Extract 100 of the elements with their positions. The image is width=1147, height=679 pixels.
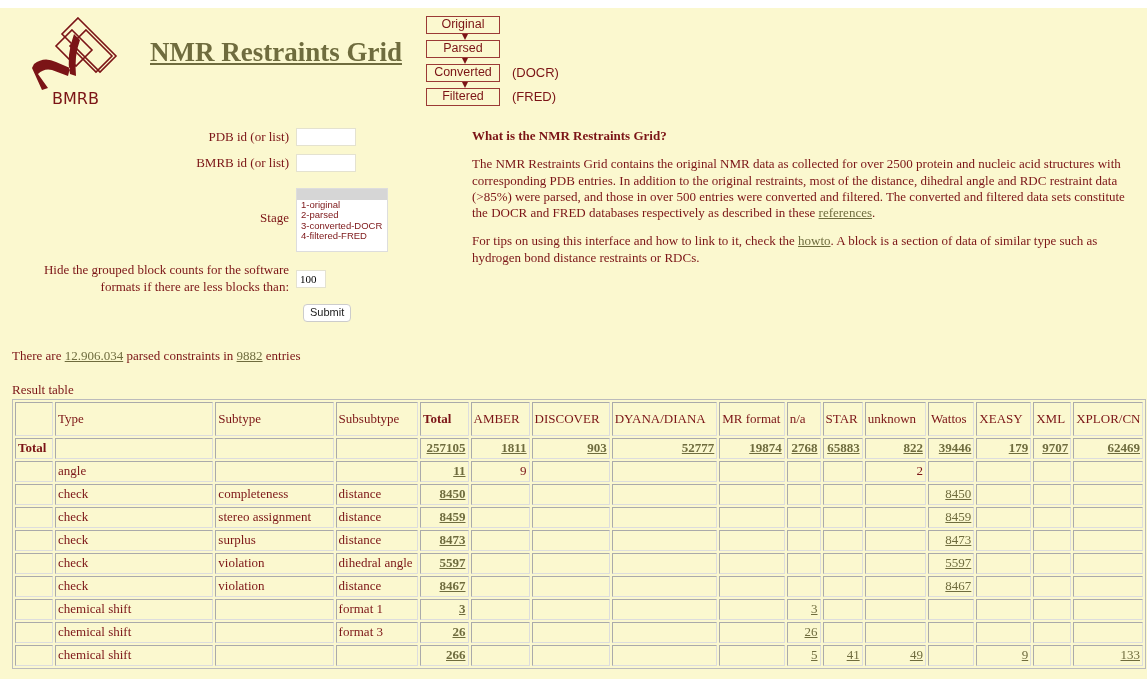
table-cell: completeness — [215, 484, 334, 506]
count-link[interactable]: 822 — [903, 440, 923, 456]
table-cell — [1073, 622, 1143, 644]
column-header: Subsubtype — [335, 402, 418, 437]
count-link[interactable]: 266 — [446, 647, 466, 663]
count-link[interactable]: 8473 — [439, 532, 466, 548]
count-link[interactable]: 8450 — [439, 486, 466, 502]
count-link[interactable]: 1811 — [501, 440, 527, 456]
count-link[interactable]: 257105 — [426, 440, 466, 456]
table-cell — [719, 599, 785, 621]
table-cell — [822, 599, 863, 621]
table-cell: check — [55, 484, 214, 506]
table-cell — [15, 622, 53, 644]
count-link[interactable]: 5597 — [439, 555, 466, 571]
table-cell — [927, 461, 975, 483]
text-link[interactable]: references — [818, 205, 872, 220]
count-link[interactable]: 5 — [811, 647, 818, 663]
count-link[interactable]: 8467 — [945, 578, 972, 594]
table-cell: distance — [335, 507, 418, 529]
count-link[interactable]: 903 — [587, 440, 607, 456]
table-cell — [786, 553, 821, 575]
paragraph: For tips on using this interface and how to link to it, check the howto. A block is a section of data of similar type such as hydrogen bond distance restraints or RDCs. — [472, 233, 1099, 266]
count-link[interactable]: 26 — [452, 624, 466, 640]
input-field[interactable] — [296, 154, 356, 172]
stage-listbox[interactable]: 1-original 2-parsed 3-converted-DOCR 4-filtered-FRED — [296, 188, 388, 252]
table-cell — [822, 576, 863, 598]
count-link[interactable]: 5597 — [945, 555, 972, 571]
input-field[interactable]: 100 — [296, 270, 326, 288]
field-label: Hide the grouped block counts for the software formats if there are less blocks than: — [42, 262, 290, 296]
table-cell — [822, 553, 863, 575]
table-cell — [15, 576, 53, 598]
page-title-link[interactable]: NMR Restraints Grid — [150, 36, 402, 118]
count-link[interactable]: 52777 — [681, 440, 715, 456]
count-link[interactable]: 3 — [811, 601, 818, 617]
table-cell — [976, 599, 1032, 621]
table-cell — [976, 484, 1032, 506]
submit-button[interactable]: Submit — [303, 303, 352, 322]
count-link[interactable]: 8473 — [945, 532, 972, 548]
count-link[interactable]: 9 — [1021, 647, 1029, 663]
text-link[interactable]: howto — [798, 233, 831, 249]
table-cell — [822, 461, 863, 483]
table-cell — [864, 622, 926, 644]
count-link[interactable]: 26 — [804, 624, 818, 640]
table-cell — [786, 576, 821, 598]
table-cell — [864, 484, 926, 506]
count-link[interactable]: 19874 — [749, 440, 782, 456]
table-cell — [15, 645, 53, 667]
section-heading: What is the NMR Restraints Grid? — [472, 128, 668, 145]
table-cell — [719, 553, 785, 575]
table-cell — [1033, 645, 1072, 667]
table-cell — [15, 402, 53, 437]
table-cell — [864, 553, 926, 575]
count-link[interactable]: 41 — [846, 647, 860, 663]
table-cell — [1073, 461, 1143, 483]
table-cell — [976, 530, 1032, 552]
table-cell: check — [55, 507, 214, 529]
column-header: DYANA/DIANA — [611, 402, 718, 437]
count-link[interactable]: 133 — [1120, 647, 1140, 663]
count-link[interactable]: 9707 — [1042, 440, 1069, 456]
count-link[interactable]: 49 — [909, 647, 923, 663]
table-cell: violation — [215, 576, 334, 598]
count-link[interactable]: 8459 — [439, 509, 466, 525]
table-cell — [719, 530, 785, 552]
stage-note: (FRED) — [511, 88, 556, 106]
table-cell — [927, 645, 975, 667]
summary-text: There are 12.906.034 parsed constraints in 9882 entries — [12, 347, 302, 364]
table-cell — [1033, 507, 1072, 529]
count-link[interactable]: 39446 — [938, 440, 972, 456]
count-link[interactable]: 12.906.034 — [64, 347, 124, 363]
table-cell: Total — [15, 438, 53, 460]
count-link[interactable]: 179 — [1008, 440, 1029, 456]
table-cell: distance — [335, 484, 418, 506]
table-cell — [1033, 461, 1072, 483]
table-cell — [15, 599, 53, 621]
listbox-option[interactable]: 4-filtered-FRED — [297, 230, 387, 242]
count-link[interactable]: 9882 — [236, 347, 263, 363]
count-link[interactable]: 2768 — [791, 440, 818, 456]
table-cell — [822, 484, 863, 506]
table-cell — [786, 461, 821, 483]
listbox-option[interactable]: 3-converted-DOCR — [297, 220, 387, 231]
listbox-option[interactable]: 2-parsed — [297, 210, 387, 221]
table-cell — [1033, 530, 1072, 552]
count-link[interactable]: 8450 — [945, 486, 972, 502]
listbox-option[interactable]: 1-original — [297, 200, 387, 211]
table-cell — [15, 461, 53, 483]
table-cell: angle — [55, 461, 214, 483]
table-cell — [976, 507, 1032, 529]
count-link[interactable]: 3 — [459, 601, 466, 617]
count-link[interactable]: 11 — [453, 463, 466, 479]
table-cell: check — [55, 530, 214, 552]
table-cell: distance — [335, 576, 418, 598]
column-header: XPLOR/CN — [1073, 402, 1143, 437]
count-link[interactable]: 62469 — [1107, 440, 1140, 456]
count-link[interactable]: 8459 — [945, 509, 972, 525]
table-caption: Result table — [12, 381, 75, 399]
input-field[interactable] — [296, 128, 356, 146]
count-link[interactable]: 65883 — [827, 440, 860, 456]
column-header: Type — [55, 402, 214, 437]
count-link[interactable]: 8467 — [439, 578, 466, 594]
field-label: BMRB id (or list) — [195, 154, 290, 172]
